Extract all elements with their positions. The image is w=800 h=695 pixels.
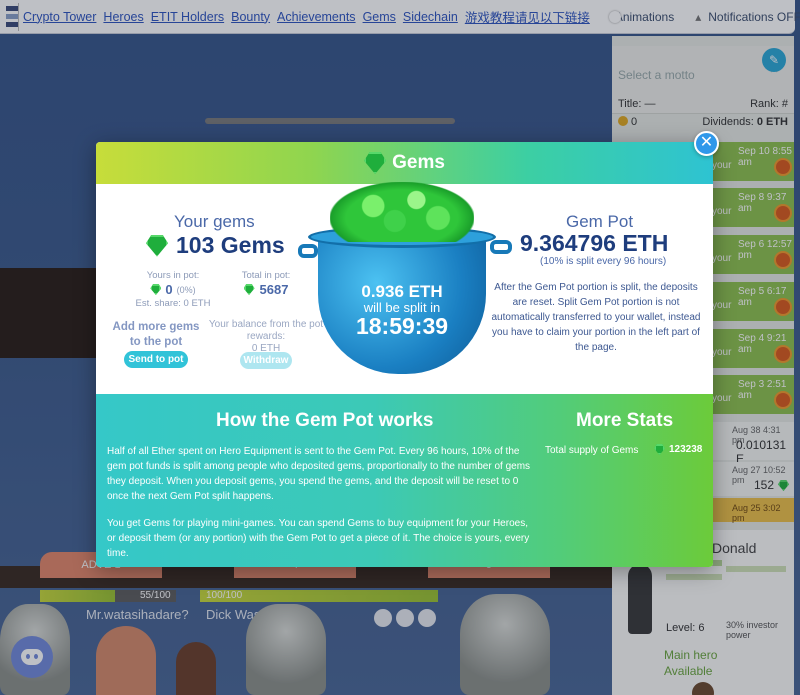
modal-title: Gems xyxy=(392,152,445,173)
withdraw-button[interactable]: Withdraw xyxy=(240,352,292,369)
total-supply-label: Total supply of Gems xyxy=(545,445,639,456)
gem-icon xyxy=(243,284,255,295)
gem-pot-label: Gem Pot xyxy=(566,212,634,231)
add-more-label: Add more gems to the pot xyxy=(112,321,200,348)
modal-header: Gems xyxy=(96,142,713,184)
modal-info-section: How the Gem Pot works Half of all Ether … xyxy=(96,394,713,567)
close-icon[interactable]: ✕ xyxy=(694,131,719,156)
your-gems-value: 103 Gems xyxy=(146,232,285,259)
yours-in-pot-value: 0 (0%) xyxy=(138,282,208,297)
how-it-works-title: How the Gem Pot works xyxy=(216,410,434,431)
your-gems-label: Your gems xyxy=(174,212,255,231)
gem-pot-split-note: (10% is split every 96 hours) xyxy=(540,256,667,267)
pot-countdown: 18:59:39 xyxy=(355,313,449,339)
how-it-works-text: Half of all Ether spent on Hero Equipmen… xyxy=(107,446,531,502)
yours-in-pot-label: Yours in pot: xyxy=(146,270,200,281)
gem-pot-eth: 9.364796 ETH xyxy=(520,230,669,256)
gem-icon xyxy=(364,152,387,174)
gems-modal: Gems Your gems 103 Gems Yours in pot: 0 … xyxy=(96,142,713,567)
send-to-pot-button[interactable]: Send to pot xyxy=(124,351,188,368)
pot-handle xyxy=(490,240,512,254)
gem-icon xyxy=(654,444,665,455)
how-it-works-text: You get Gems for playing mini-games. You… xyxy=(107,518,530,559)
gem-icon xyxy=(150,284,162,295)
gem-icon xyxy=(146,234,168,257)
total-supply-value: 123238 xyxy=(654,444,702,455)
pot-handle xyxy=(298,244,318,258)
pot-eth-amount: 0.936 ETH xyxy=(361,282,443,301)
more-stats-title: More Stats xyxy=(576,410,674,431)
gem-pot-image: 0.936 ETH will be split in 18:59:39 xyxy=(298,182,512,377)
est-share: Est. share: 0 ETH xyxy=(135,298,211,309)
gem-pot-description: After the Gem Pot portion is split, the … xyxy=(491,282,701,353)
total-in-pot-label: Total in pot: xyxy=(241,270,291,281)
total-in-pot-value: 5687 xyxy=(236,282,296,297)
pot-gems xyxy=(330,182,474,242)
